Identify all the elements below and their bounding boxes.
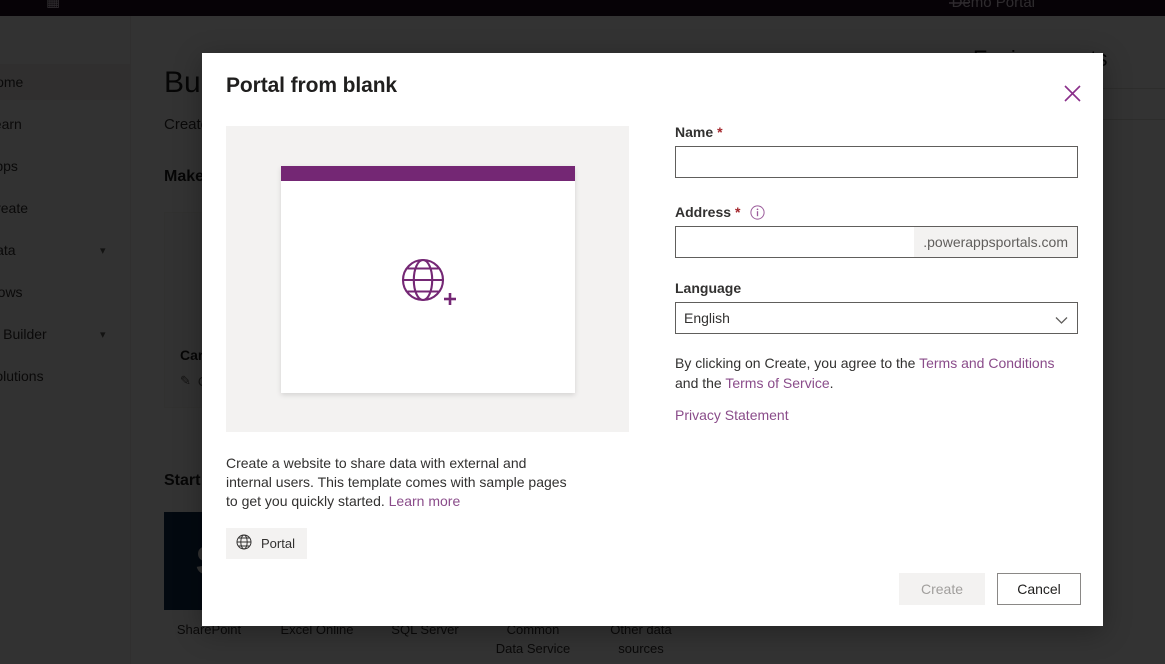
address-domain-suffix: .powerappsportals.com bbox=[914, 227, 1077, 257]
portal-form: Name * Address * bbox=[675, 124, 1078, 423]
legal-prefix: By clicking on Create, you agree to the bbox=[675, 355, 919, 371]
name-field-label: Name * bbox=[675, 124, 1078, 140]
legal-middle: and the bbox=[675, 375, 725, 391]
template-description: Create a website to share data with exte… bbox=[226, 454, 571, 511]
create-button[interactable]: Create bbox=[899, 573, 985, 605]
address-input[interactable] bbox=[676, 227, 914, 257]
language-select-wrap: English bbox=[675, 302, 1078, 334]
cancel-button[interactable]: Cancel bbox=[997, 573, 1081, 605]
language-label-text: Language bbox=[675, 280, 741, 296]
legal-suffix: . bbox=[830, 375, 834, 391]
template-tag-portal: Portal bbox=[226, 528, 307, 559]
privacy-statement-row: Privacy Statement bbox=[675, 407, 1078, 423]
learn-more-link[interactable]: Learn more bbox=[389, 493, 461, 509]
address-label-text: Address bbox=[675, 204, 731, 220]
close-icon[interactable] bbox=[1056, 77, 1088, 109]
globe-plus-icon bbox=[400, 257, 456, 316]
legal-text: By clicking on Create, you agree to the … bbox=[675, 353, 1078, 393]
dialog-footer: Create Cancel bbox=[202, 560, 1103, 626]
dialog-body: Create a website to share data with exte… bbox=[202, 119, 1103, 560]
template-preview-box bbox=[226, 126, 629, 432]
globe-icon bbox=[236, 534, 252, 553]
required-marker: * bbox=[735, 205, 740, 219]
preview-accent-bar bbox=[281, 166, 575, 181]
language-selected-value: English bbox=[684, 310, 730, 326]
terms-and-conditions-link[interactable]: Terms and Conditions bbox=[919, 355, 1054, 371]
screen: ▦ Demo Portal Home Learn Apps Create Dat… bbox=[0, 0, 1165, 664]
required-marker: * bbox=[717, 125, 722, 139]
template-preview-column: Create a website to share data with exte… bbox=[226, 126, 629, 559]
language-field-label: Language bbox=[675, 280, 1078, 296]
address-field-group: .powerappsportals.com bbox=[675, 226, 1078, 258]
template-preview-card bbox=[281, 166, 575, 393]
terms-of-service-link[interactable]: Terms of Service bbox=[725, 375, 829, 391]
name-label-text: Name bbox=[675, 124, 713, 140]
privacy-statement-link[interactable]: Privacy Statement bbox=[675, 407, 789, 423]
dialog-title: Portal from blank bbox=[226, 74, 397, 98]
info-circle-icon[interactable] bbox=[750, 205, 765, 220]
tag-label: Portal bbox=[261, 536, 295, 551]
language-select[interactable]: English bbox=[675, 302, 1078, 334]
preview-canvas bbox=[281, 181, 575, 393]
address-field-label: Address * bbox=[675, 204, 1078, 220]
portal-from-blank-dialog: Portal from blank bbox=[202, 53, 1103, 626]
name-input[interactable] bbox=[675, 146, 1078, 178]
